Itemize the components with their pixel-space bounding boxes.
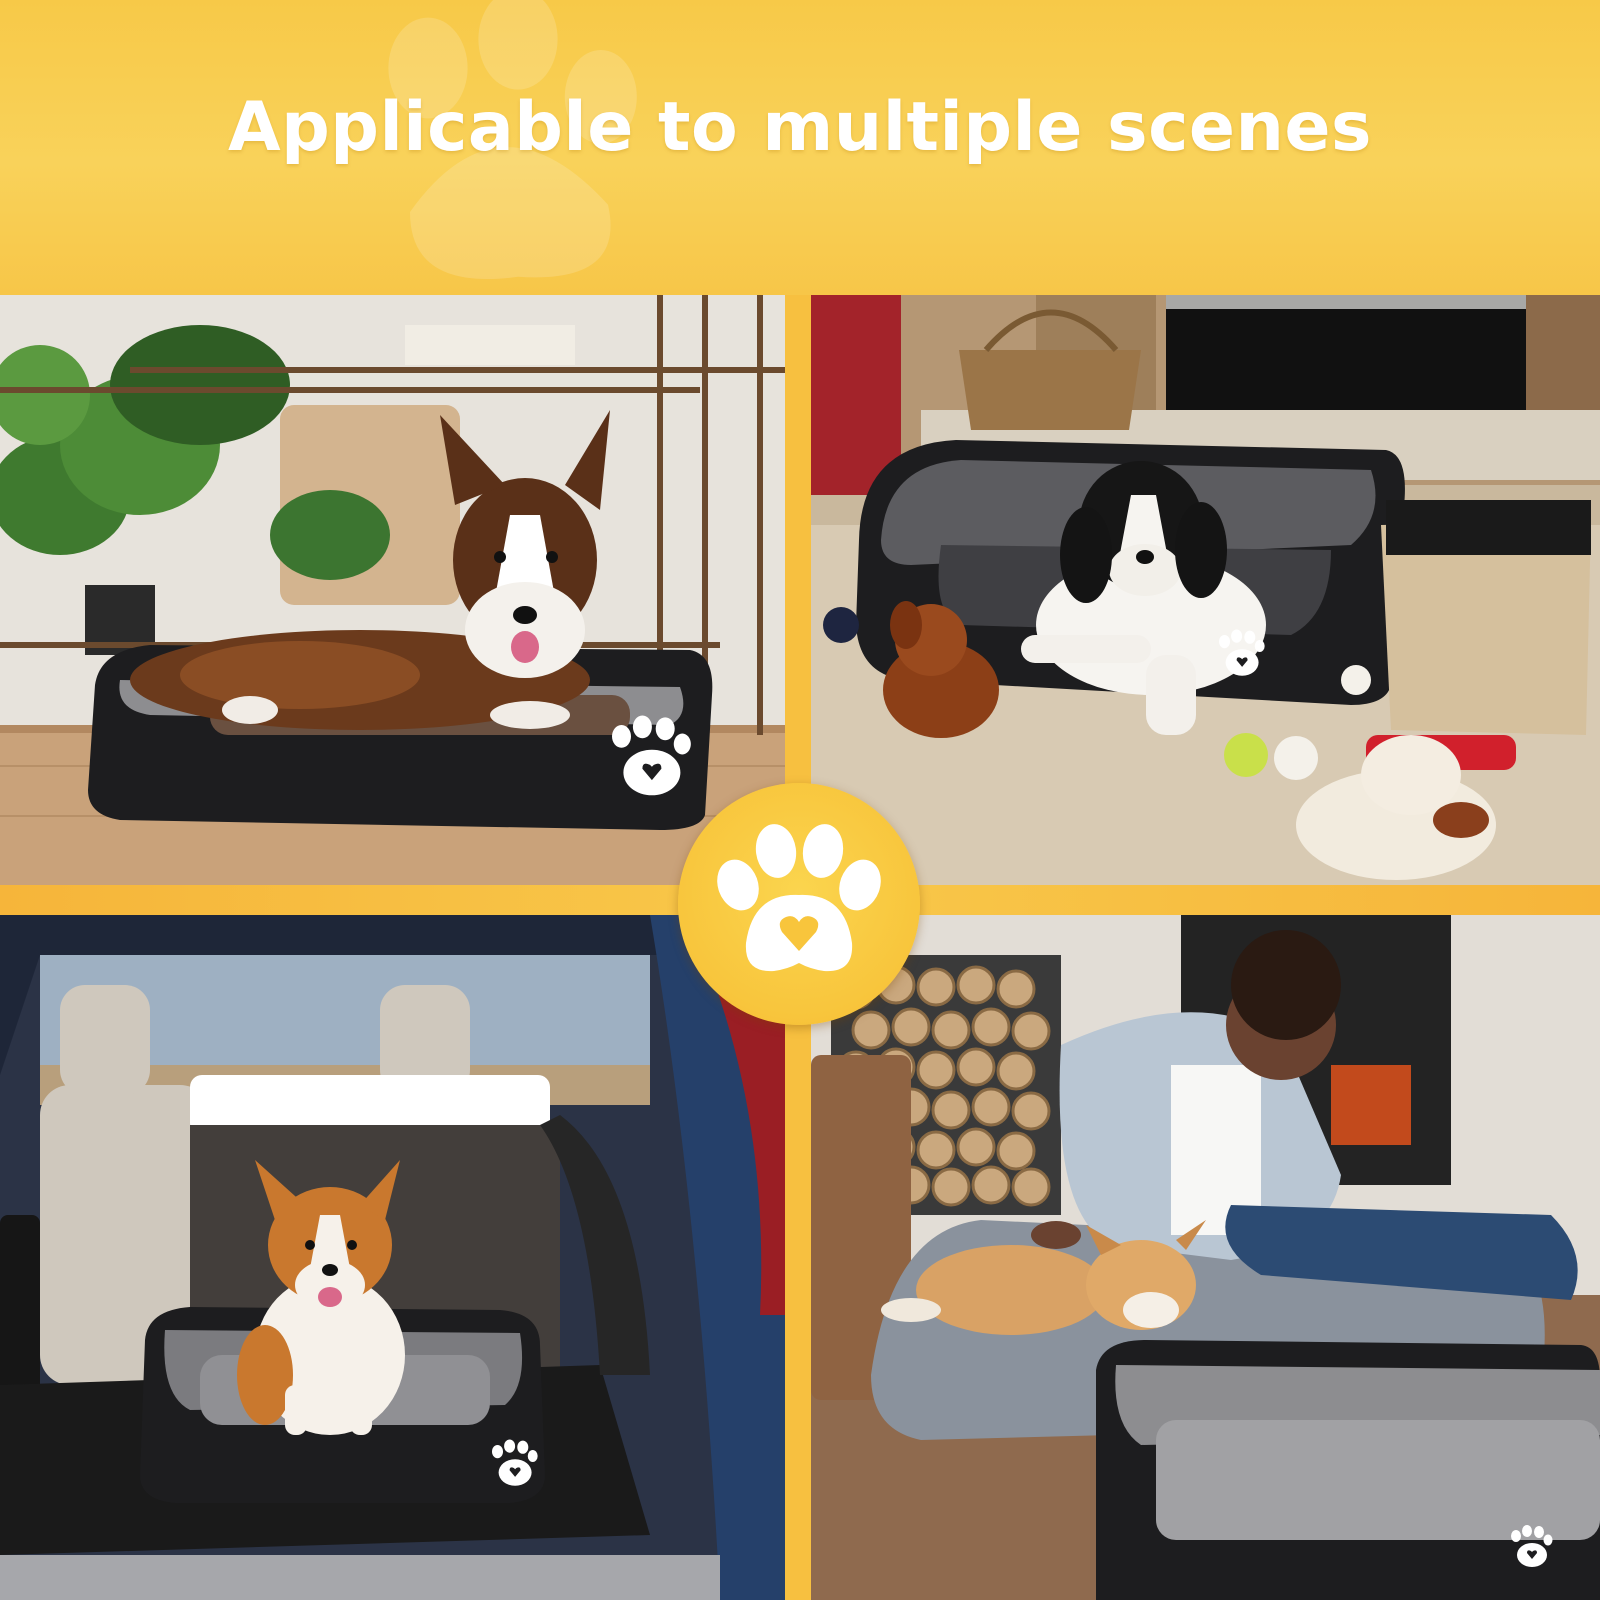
storage-bin [1381,500,1591,735]
scene-car-trunk [0,915,785,1600]
scene-fireplace-toys [811,295,1600,885]
scene-living-room-shelf [0,295,785,885]
top-banner: Applicable to multiple scenes [0,0,1600,295]
paw-heart-icon [717,824,881,972]
center-paw-badge [678,783,920,1025]
page-title: Applicable to multiple scenes [227,88,1373,167]
scene-living-room-rug [811,915,1600,1600]
